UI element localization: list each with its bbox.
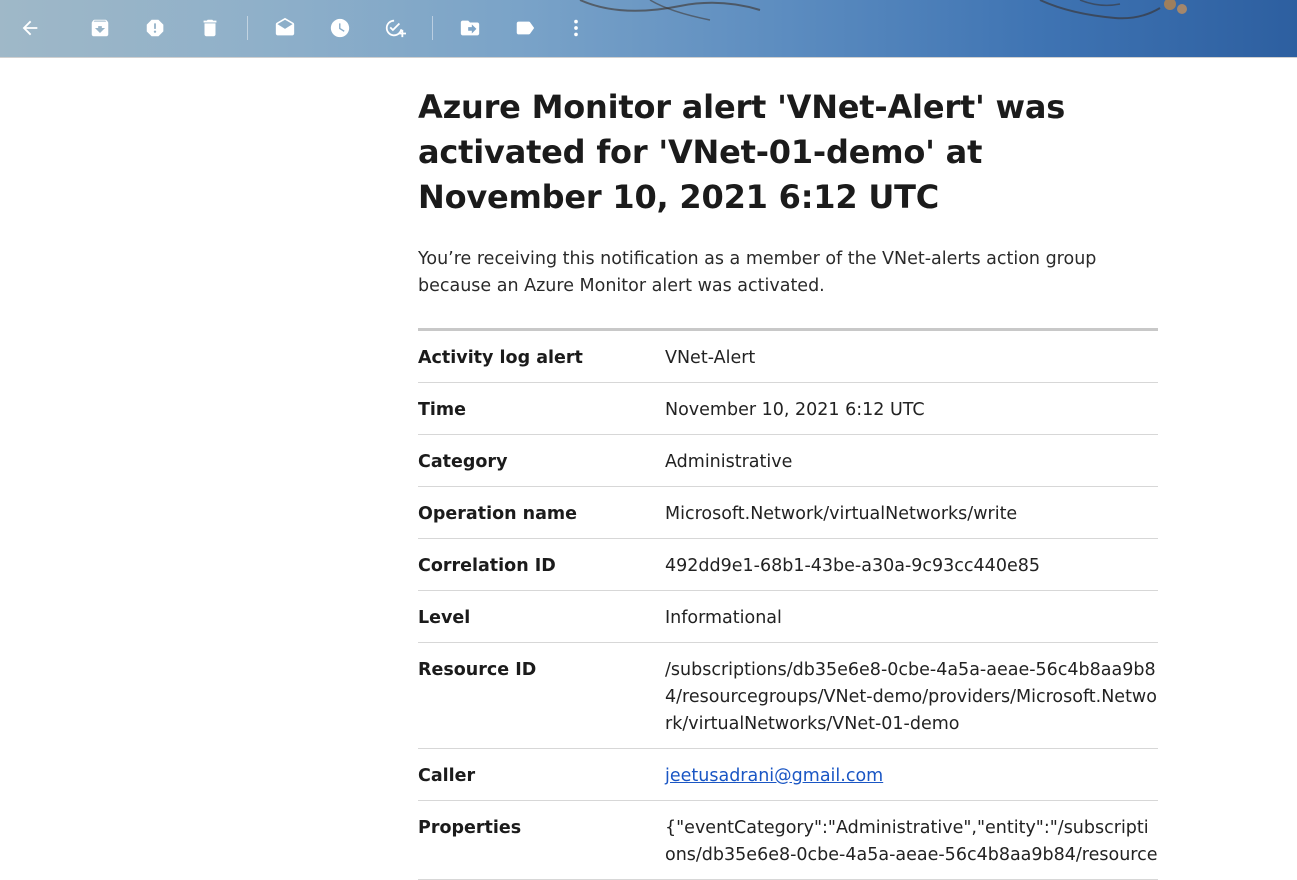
detail-value: jeetusadrani@gmail.com <box>665 763 1158 790</box>
alert-details-table: Activity log alert VNet-Alert Time November… <box>418 328 1158 880</box>
detail-label: Level <box>418 608 471 628</box>
detail-value: VNet-Alert <box>665 348 756 368</box>
detail-label: Properties <box>418 818 522 838</box>
report-spam-button[interactable] <box>137 10 173 46</box>
detail-label: Caller <box>418 766 476 786</box>
detail-label: Category <box>418 452 508 472</box>
detail-value: {"eventCategory":"Administrative","entit… <box>665 818 1158 865</box>
mark-unread-button[interactable] <box>267 10 303 46</box>
detail-row: Activity log alert VNet-Alert <box>418 331 1158 383</box>
detail-label: Correlation ID <box>418 556 556 576</box>
detail-value: November 10, 2021 6:12 UTC <box>665 400 925 420</box>
detail-row: Properties {"eventCategory":"Administrati… <box>418 801 1158 880</box>
clock-icon <box>330 18 350 38</box>
email-subject: Azure Monitor alert 'VNet-Alert' was act… <box>418 88 1066 216</box>
email-toolbar <box>0 0 1297 58</box>
detail-row: Level Informational <box>418 591 1158 643</box>
add-task-icon <box>385 19 406 38</box>
archive-icon <box>91 19 109 37</box>
more-options-button[interactable] <box>558 10 594 46</box>
add-to-tasks-button[interactable] <box>377 10 413 46</box>
detail-row: Resource ID/subscriptions/db35e6e8-0cbe-… <box>418 643 1158 749</box>
caller-email-link[interactable]: jeetusadrani@gmail.com <box>665 766 883 786</box>
detail-row: Time November 10, 2021 6:12 UTC <box>418 383 1158 435</box>
detail-value: /subscriptions/db35e6e8-0cbe-4a5a-aeae-5… <box>665 660 1157 734</box>
detail-label: Time <box>418 400 467 420</box>
delete-button[interactable] <box>192 10 228 46</box>
detail-value: Informational <box>665 608 782 628</box>
detail-value: 492dd9e1-68b1-43be-a30a-9c93cc440e85 <box>665 556 1040 576</box>
toolbar-divider <box>432 16 433 40</box>
more-vertical-icon <box>574 19 578 37</box>
mail-open-icon <box>275 17 295 36</box>
detail-row: Operation name Microsoft.Network/virtualN… <box>418 487 1158 539</box>
detail-label: Operation name <box>418 504 578 524</box>
notification-intro: You’re receiving this notification as a … <box>418 249 1097 296</box>
detail-row: Category Administrative <box>418 435 1158 487</box>
detail-label: Activity log alert <box>418 348 583 368</box>
report-spam-icon <box>146 19 164 37</box>
theme-branch-decoration <box>579 0 1187 21</box>
trash-icon <box>203 19 217 37</box>
move-to-button[interactable] <box>452 10 488 46</box>
email-body: Azure Monitor alert 'VNet-Alert' was act… <box>418 57 1158 880</box>
detail-value: Microsoft.Network/virtualNetworks/write <box>665 504 1018 524</box>
detail-value: Administrative <box>665 452 793 472</box>
back-button[interactable] <box>12 10 48 46</box>
detail-row: Correlation ID 492dd9e1-68b1-43be-a30a-9c… <box>418 539 1158 591</box>
detail-row: Caller jeetusadrani@gmail.com <box>418 749 1158 801</box>
move-to-folder-icon <box>460 20 480 36</box>
snooze-button[interactable] <box>322 10 358 46</box>
labels-button[interactable] <box>507 10 543 46</box>
label-icon <box>516 21 535 35</box>
toolbar-divider <box>247 16 248 40</box>
detail-label: Resource ID <box>418 660 537 680</box>
archive-button[interactable] <box>82 10 118 46</box>
arrow-left-icon <box>22 20 38 36</box>
